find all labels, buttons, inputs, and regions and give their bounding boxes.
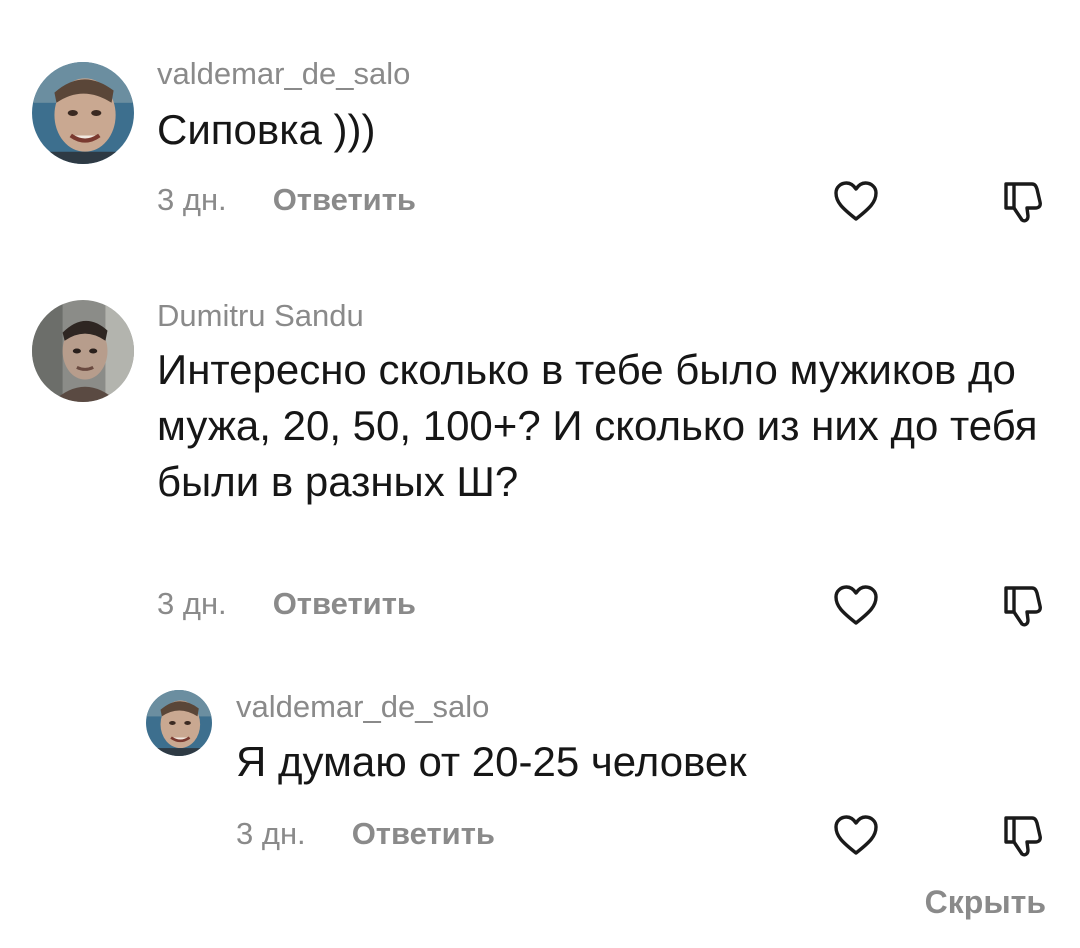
like-button[interactable] bbox=[832, 582, 880, 630]
comment-meta: 3 дн. Ответить bbox=[157, 586, 416, 622]
comment-2: Dumitru Sandu Интересно сколько в тебе б… bbox=[0, 260, 1080, 660]
avatar-photo bbox=[146, 690, 212, 756]
comment-time: 3 дн. bbox=[157, 586, 227, 621]
reply-button[interactable]: Ответить bbox=[273, 586, 416, 622]
comment-meta: 3 дн. Ответить bbox=[236, 816, 495, 852]
dislike-button[interactable] bbox=[998, 812, 1046, 860]
comment-text: Интересно сколько в тебе было мужиков до… bbox=[157, 346, 1038, 505]
comment-meta: 3 дн. Ответить bbox=[157, 182, 416, 218]
comment-text: Я думаю от 20-25 человек bbox=[236, 738, 747, 785]
heart-icon bbox=[834, 181, 878, 221]
like-button[interactable] bbox=[832, 178, 880, 226]
thumbs-down-icon bbox=[1004, 816, 1042, 857]
dislike-button[interactable] bbox=[998, 582, 1046, 630]
avatar[interactable] bbox=[32, 62, 134, 164]
comment-username[interactable]: valdemar_de_salo bbox=[236, 691, 489, 722]
comment-time: 3 дн. bbox=[236, 816, 306, 851]
comment-time: 3 дн. bbox=[157, 182, 227, 217]
avatar[interactable] bbox=[32, 300, 134, 402]
reply-button[interactable]: Ответить bbox=[273, 182, 416, 218]
thumbs-down-icon bbox=[1004, 586, 1042, 627]
dislike-button[interactable] bbox=[998, 178, 1046, 226]
heart-icon bbox=[834, 585, 878, 625]
avatar-photo bbox=[32, 300, 134, 402]
comment-username[interactable]: Dumitru Sandu bbox=[157, 300, 364, 331]
like-button[interactable] bbox=[832, 812, 880, 860]
comment-reply-1: valdemar_de_salo Я думаю от 20-25 челове… bbox=[0, 660, 1080, 880]
avatar-photo bbox=[32, 62, 134, 164]
hide-replies-button[interactable]: Скрыть bbox=[925, 884, 1046, 921]
comment-username[interactable]: valdemar_de_salo bbox=[157, 58, 410, 89]
avatar[interactable] bbox=[146, 690, 212, 756]
comment-text: Сиповка ))) bbox=[157, 106, 376, 153]
reply-button[interactable]: Ответить bbox=[352, 816, 495, 852]
comment-1: valdemar_de_salo Сиповка ))) 3 дн. Ответ… bbox=[0, 0, 1080, 260]
thumbs-down-icon bbox=[1004, 182, 1042, 223]
heart-icon bbox=[834, 815, 878, 855]
